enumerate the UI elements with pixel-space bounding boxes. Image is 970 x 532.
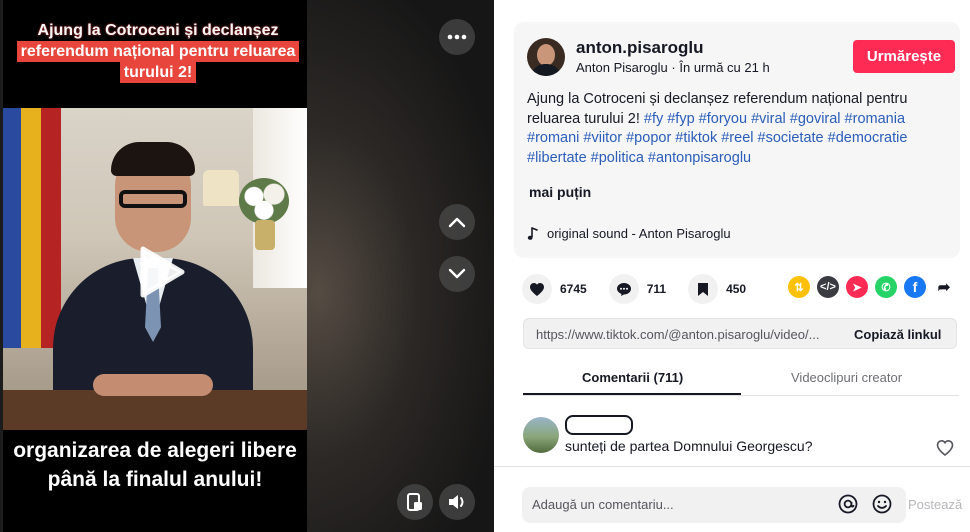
whatsapp-icon[interactable]: ✆ — [875, 276, 897, 298]
comment-text: sunteți de partea Domnului Georgescu? — [565, 438, 813, 454]
music-note-icon — [527, 226, 538, 240]
mention-icon[interactable] — [837, 493, 859, 515]
play-icon[interactable] — [139, 246, 185, 298]
more-options-button[interactable] — [439, 19, 475, 55]
author-username[interactable]: anton.pisaroglu — [576, 38, 704, 58]
chevron-up-icon — [448, 217, 466, 228]
share-options: ⇅ </> ➤ ✆ f ➦ — [788, 276, 955, 298]
post-comment-button[interactable]: Postează — [908, 497, 962, 512]
like-count: 6745 — [560, 282, 587, 296]
video-area: Ajung la Cotroceni și declanșez referend… — [0, 0, 494, 532]
send-icon[interactable]: ➤ — [846, 276, 868, 298]
video-player[interactable]: Ajung la Cotroceni și declanșez referend… — [3, 0, 307, 532]
tiktok-video-page: Ajung la Cotroceni și declanșez referend… — [0, 0, 970, 532]
caption-line: referendum național pentru reluarea — [16, 41, 300, 62]
share-link-box: https://www.tiktok.com/@anton.pisaroglu/… — [523, 318, 957, 349]
author-avatar[interactable] — [527, 38, 565, 76]
next-video-button[interactable] — [439, 256, 475, 292]
chevron-down-icon — [448, 268, 466, 279]
commenter-avatar[interactable] — [523, 417, 559, 453]
author-subline: Anton Pisaroglu · În urmă cu 21 h — [576, 60, 770, 75]
comment-composer: Adaugă un comentariu... Postează — [494, 466, 970, 532]
volume-button[interactable] — [439, 484, 475, 520]
show-less-button[interactable]: mai puțin — [529, 184, 591, 200]
emoji-icon[interactable] — [871, 493, 893, 515]
comment-like-icon[interactable] — [935, 438, 955, 458]
flag-stripe — [41, 108, 61, 348]
caption-line: Ajung la Cotroceni și declanșez — [37, 22, 279, 39]
details-panel: anton.pisaroglu Anton Pisaroglu · În urm… — [494, 0, 970, 532]
embed-icon[interactable]: </> — [817, 276, 839, 298]
follow-button[interactable]: Urmărește — [853, 40, 955, 73]
share-arrow-icon[interactable]: ➦ — [933, 276, 955, 298]
like-button[interactable]: 6745 — [522, 274, 587, 304]
comment-count: 711 — [646, 282, 667, 296]
post-time: În urmă cu 21 h — [679, 60, 770, 75]
panel-tabs: Comentarii (711) Videoclipuri creator — [523, 360, 959, 396]
previous-video-button[interactable] — [439, 204, 475, 240]
bookmark-icon — [698, 282, 709, 296]
tab-comments[interactable]: Comentarii (711) — [582, 370, 683, 385]
desk — [3, 390, 307, 430]
copy-link-button[interactable]: Copiază linkul — [854, 327, 941, 342]
tab-creator-videos[interactable]: Videoclipuri creator — [791, 370, 902, 385]
pip-icon — [407, 493, 422, 511]
comment-item: sunteți de partea Domnului Georgescu? — [523, 412, 959, 464]
background-lamp — [203, 170, 239, 206]
floating-player-button[interactable] — [397, 484, 433, 520]
repost-icon[interactable]: ⇅ — [788, 276, 810, 298]
active-tab-indicator — [523, 393, 741, 395]
video-caption-bottom: organizarea de alegeri libere până la fi… — [13, 439, 297, 491]
author-display-name[interactable]: Anton Pisaroglu — [576, 60, 668, 75]
facebook-icon[interactable]: f — [904, 276, 926, 298]
ellipsis-icon — [447, 34, 467, 40]
sound-name: original sound - Anton Pisaroglu — [547, 226, 731, 241]
speaker-glasses — [119, 190, 187, 208]
commenter-name-redacted — [565, 415, 633, 435]
speaker-hands — [93, 374, 213, 396]
caption-line: turului 2! — [119, 62, 197, 83]
engagement-stats: 6745 711 450 — [522, 274, 768, 304]
comment-icon — [616, 282, 631, 296]
flag-stripe — [21, 108, 41, 348]
speaker-hair — [111, 142, 195, 176]
video-caption-top: Ajung la Cotroceni și declanșez referend… — [9, 20, 307, 83]
sound-link[interactable]: original sound - Anton Pisaroglu — [527, 226, 731, 241]
post-description: Ajung la Cotroceni și declanșez referend… — [527, 90, 957, 168]
save-button[interactable]: 450 — [688, 274, 746, 304]
background-vase — [255, 220, 275, 250]
comment-button[interactable]: 711 — [608, 274, 667, 304]
background-flowers — [239, 178, 289, 224]
video-link[interactable]: https://www.tiktok.com/@anton.pisaroglu/… — [536, 327, 836, 342]
post-info-card: anton.pisaroglu Anton Pisaroglu · În urm… — [514, 22, 960, 258]
save-count: 450 — [726, 282, 747, 296]
heart-icon — [530, 282, 544, 296]
volume-icon — [449, 495, 464, 509]
flag-stripe — [3, 108, 21, 348]
